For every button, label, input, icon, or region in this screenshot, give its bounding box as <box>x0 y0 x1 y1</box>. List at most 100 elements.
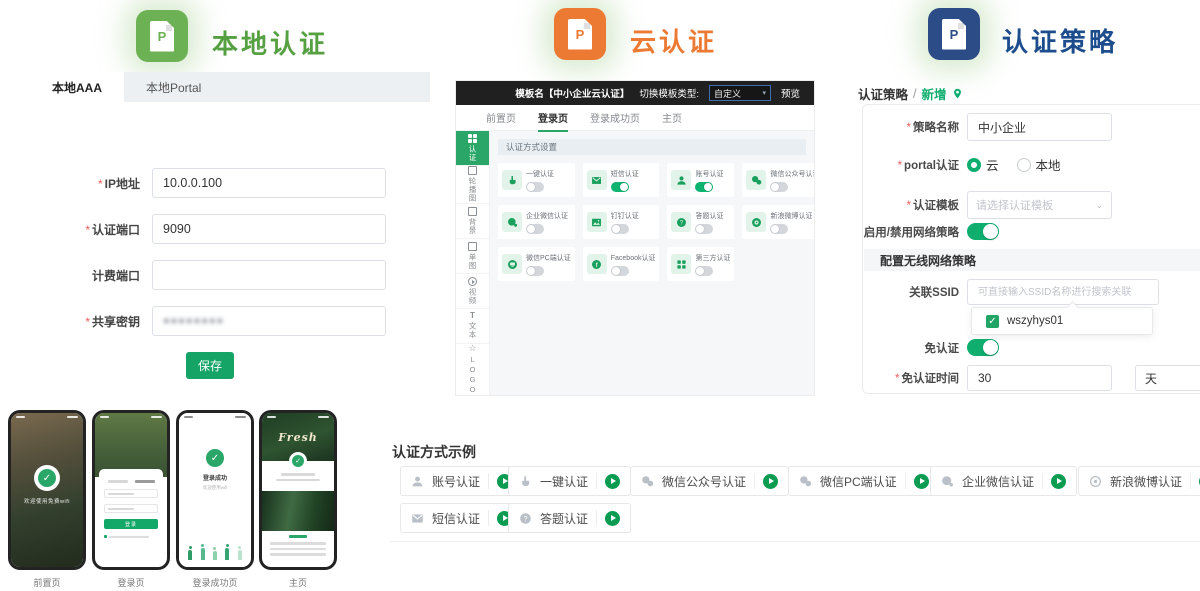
editor-tab-bar: 前置页 登录页 登录成功页 主页 <box>456 105 814 131</box>
tab-local-aaa[interactable]: 本地AAA <box>30 72 124 102</box>
phone-caption: 登录成功页 <box>176 576 254 589</box>
divider <box>596 473 597 489</box>
example-wechat-pc-auth[interactable]: 微信PC端认证 <box>788 466 940 496</box>
grid-icon <box>468 134 477 143</box>
breadcrumb-root[interactable]: 认证策略 <box>858 84 908 103</box>
decor-heading <box>289 535 307 538</box>
auth-template-row: *认证模板 请选择认证模板⌄ <box>863 191 1112 219</box>
sidebar-item-video[interactable]: 视频 <box>456 274 489 309</box>
location-pin-icon <box>952 88 963 99</box>
preview-button[interactable]: 预览 <box>781 86 800 100</box>
play-icon[interactable] <box>763 474 778 489</box>
login-button: 登录 <box>104 519 158 529</box>
ip-input[interactable] <box>152 168 386 198</box>
auth-port-input[interactable] <box>152 214 386 244</box>
sidebar-item-carousel[interactable]: 轮播图 <box>456 166 489 204</box>
phone-caption: 登录页 <box>92 576 170 589</box>
radio-local[interactable] <box>1017 158 1031 172</box>
free-auth-toggle[interactable] <box>967 339 999 356</box>
method-toggle[interactable] <box>695 182 713 192</box>
switch-type-label: 切换模板类型: <box>639 86 699 100</box>
method-card-quiz: ? 答题认证 <box>667 205 734 239</box>
sidebar-item-auth[interactable]: 认证 <box>456 131 489 166</box>
cloud-editor-card: 模板名【中小企业云认证】 切换模板类型: 自定义▾ 预览 前置页 登录页 登录成… <box>455 80 815 396</box>
radio-local-label[interactable]: 本地 <box>1036 155 1061 174</box>
sms-icon <box>587 170 607 190</box>
success-sub-text: 欢迎使用wifi <box>203 485 228 491</box>
store-photo <box>95 413 167 477</box>
sidebar-item-logo[interactable]: ☆ LOGO <box>456 344 489 395</box>
document-p-icon: P <box>942 19 966 50</box>
time-unit-select[interactable]: 天 <box>1135 365 1200 391</box>
tab-success-page[interactable]: 登录成功页 <box>590 110 640 125</box>
billing-port-input[interactable] <box>152 260 386 290</box>
method-toggle[interactable] <box>526 266 544 276</box>
method-card-wechat-mp: 微信公众号认证 <box>742 163 814 197</box>
example-account-auth[interactable]: 账号认证 <box>400 466 523 496</box>
ip-label: *IP地址 <box>40 175 152 192</box>
ssid-option[interactable]: wszyhys01 <box>1007 315 1063 327</box>
welcome-text: 欢迎使用免费wifi <box>24 497 70 505</box>
method-card-wecom: 企业微信认证 <box>498 205 575 239</box>
ssid-search-input[interactable] <box>967 279 1159 305</box>
example-sms-auth[interactable]: 短信认证 <box>400 503 523 533</box>
free-auth-time-input[interactable] <box>967 365 1112 391</box>
method-toggle[interactable] <box>611 266 629 276</box>
check-icon: ✓ <box>206 449 224 467</box>
editor-topbar: 模板名【中小企业云认证】 切换模板类型: 自定义▾ 预览 <box>456 81 814 105</box>
method-card-sina-weibo: 新浪微博认证 <box>742 205 814 239</box>
required-mark: * <box>907 122 911 134</box>
example-quiz-auth[interactable]: ? 答题认证 <box>508 503 631 533</box>
method-toggle[interactable] <box>770 182 788 192</box>
facebook-icon: f <box>587 254 607 274</box>
method-toggle[interactable] <box>611 182 629 192</box>
policy-name-input[interactable] <box>967 113 1112 141</box>
checkbox-checked-icon[interactable]: ✓ <box>986 315 999 328</box>
play-icon[interactable] <box>1051 474 1066 489</box>
auth-template-select[interactable]: 请选择认证模板⌄ <box>967 191 1112 219</box>
play-icon[interactable] <box>605 511 620 526</box>
example-wecom-auth[interactable]: 企业微信认证 <box>930 466 1077 496</box>
one-key-icon <box>502 170 522 190</box>
method-toggle[interactable] <box>611 224 629 234</box>
example-one-key-auth[interactable]: 一键认证 <box>508 466 631 496</box>
example-sina-weibo-auth[interactable]: 新浪微博认证 <box>1078 466 1200 496</box>
method-toggle[interactable] <box>526 182 544 192</box>
account-icon <box>671 170 691 190</box>
text-icon: T <box>470 312 475 320</box>
tab-local-portal[interactable]: 本地Portal <box>124 72 223 102</box>
template-type-select[interactable]: 自定义▾ <box>709 85 771 101</box>
agreement-row <box>104 535 158 538</box>
enable-policy-toggle[interactable] <box>967 223 999 240</box>
tab-login-page[interactable]: 登录页 <box>538 110 568 125</box>
divider <box>596 510 597 526</box>
ssid-dropdown: ✓ wszyhys01 <box>971 307 1153 335</box>
method-toggle[interactable] <box>695 266 713 276</box>
tab-pre-page[interactable]: 前置页 <box>486 110 516 125</box>
tab-home-page[interactable]: 主页 <box>662 110 682 125</box>
method-toggle[interactable] <box>526 224 544 234</box>
sidebar-item-background[interactable]: 背景 <box>456 204 489 239</box>
status-bar <box>184 416 246 418</box>
example-wechat-mp-auth[interactable]: 微信公众号认证 <box>630 466 789 496</box>
password-field <box>104 504 158 513</box>
radio-cloud[interactable] <box>967 158 981 172</box>
wechat-pc-icon <box>502 254 522 274</box>
carousel-icon <box>468 166 477 175</box>
sidebar-item-text[interactable]: T 文本 <box>456 309 489 344</box>
required-mark: * <box>85 315 90 329</box>
brand-logo-icon: ✓ <box>289 452 307 470</box>
play-icon[interactable] <box>605 474 620 489</box>
phone-preview-home: Fresh ✓ <box>259 410 337 570</box>
shared-key-input[interactable]: ●●●●●●●● <box>152 306 386 336</box>
decor-bar <box>270 553 326 556</box>
play-icon[interactable] <box>914 474 929 489</box>
save-button[interactable]: 保存 <box>186 352 234 379</box>
radio-cloud-label[interactable]: 云 <box>986 155 999 174</box>
auth-template-label: *认证模板 <box>863 197 967 213</box>
method-toggle[interactable] <box>695 224 713 234</box>
sidebar-item-single-image[interactable]: 单图 <box>456 239 489 274</box>
cloud-auth-icon: P <box>554 8 606 60</box>
method-toggle[interactable] <box>770 224 788 234</box>
svg-text:?: ? <box>523 513 527 522</box>
